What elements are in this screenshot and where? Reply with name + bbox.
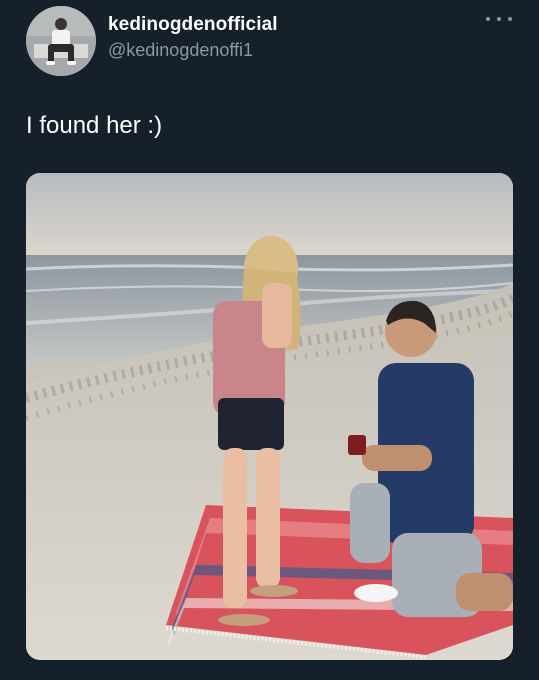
author-handle[interactable]: @kedinogdenoffi1 <box>108 40 253 61</box>
tweet-text: I found her :) <box>26 112 163 139</box>
tweet-photo[interactable] <box>26 173 513 660</box>
tweet-header: kedinogdenofficial @kedinogdenoffi1 <box>0 0 539 90</box>
author-display-name[interactable]: kedinogdenofficial <box>108 14 278 36</box>
ellipsis-icon[interactable] <box>486 12 512 26</box>
user-avatar-icon <box>26 6 96 76</box>
photo-proposal-beach-icon <box>26 173 513 660</box>
author-avatar[interactable] <box>26 6 96 76</box>
